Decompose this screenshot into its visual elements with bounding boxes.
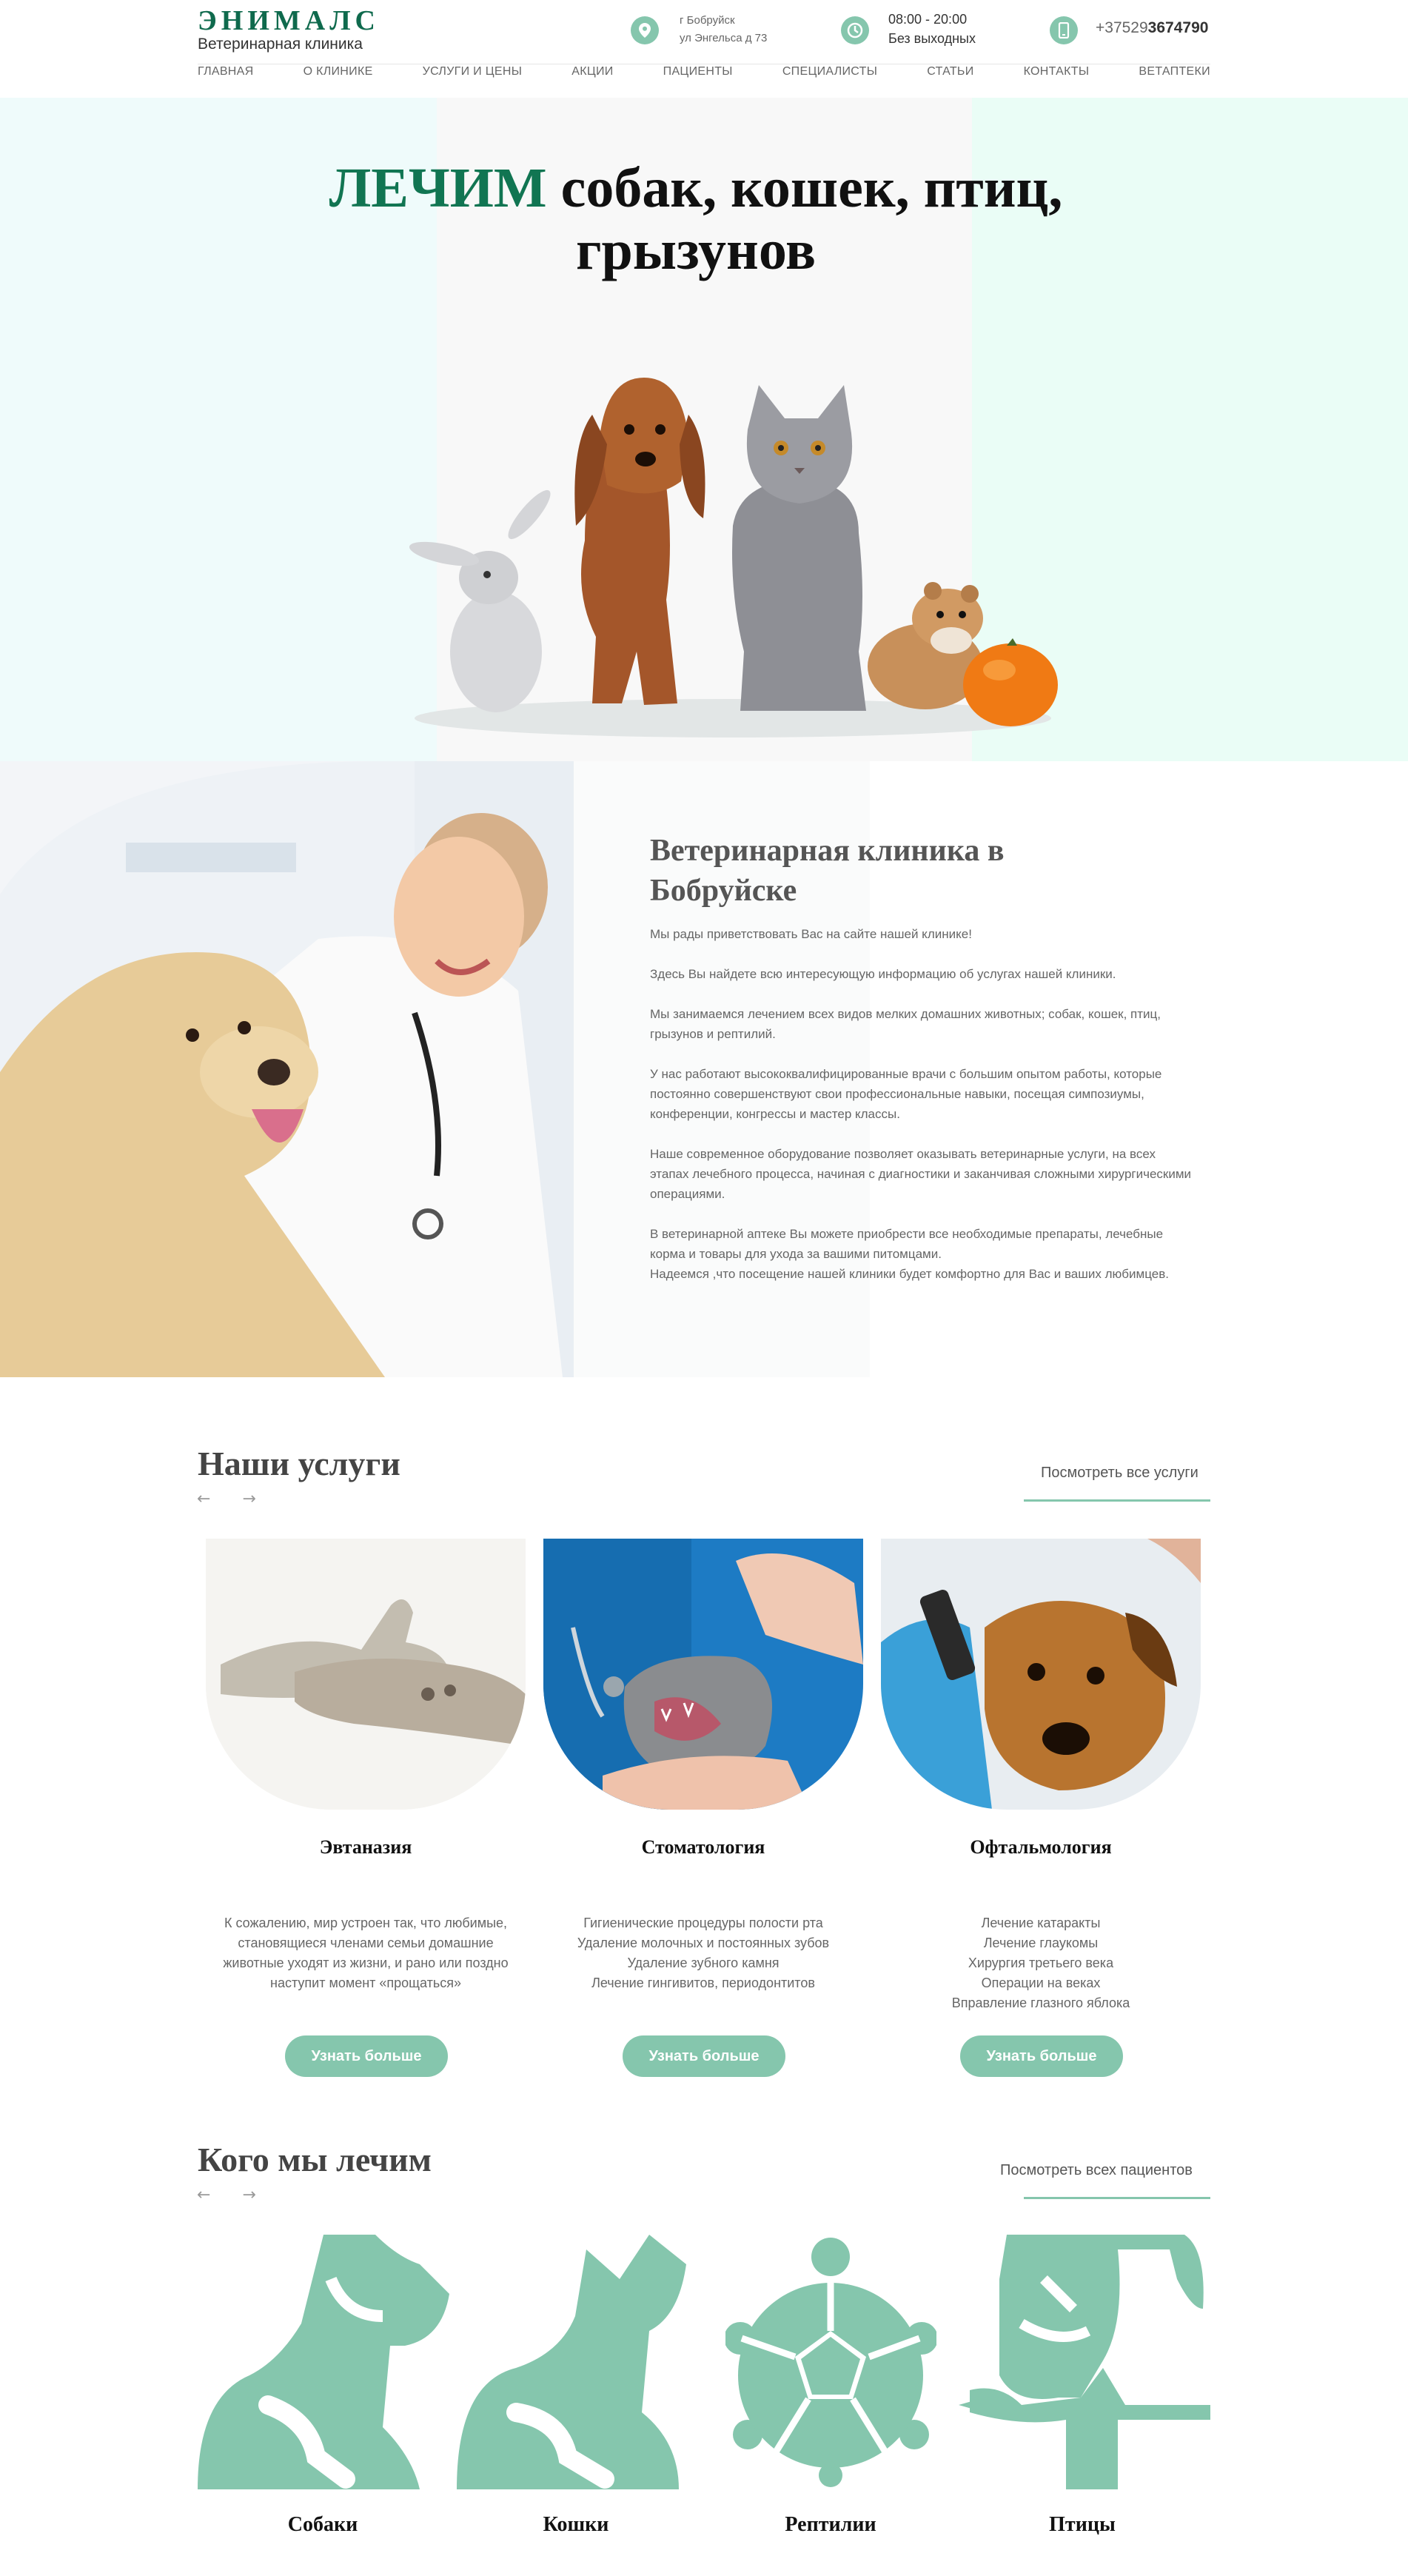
service-desc-line: Лечение глаукомы [983,1936,1099,1950]
about-paragraph: Мы рады приветствовать Вас на сайте наше… [650,927,972,941]
about-text: Мы рады приветствовать Вас на сайте наше… [650,924,1198,1284]
patient-label-reptiles[interactable]: Рептилии [720,2513,942,2537]
services-slider-arrows[interactable]: ← → [197,1490,269,1508]
hours-days: Без выходных [888,31,976,46]
service-image-euthanasia [206,1539,526,1810]
service-desc-ophthalmology: Лечение катаракты Лечение глаукомы Хирур… [878,1913,1204,2013]
nav-item-about[interactable]: О КЛИНИКЕ [304,65,373,78]
service-image-dentistry [543,1539,863,1810]
service-image-ophthalmology [881,1539,1201,1810]
patients-title: Кого мы лечим [198,2141,432,2178]
about-paragraph: Наше современное оборудование позволяет … [650,1147,1192,1201]
dachshund-illustration [574,378,705,705]
phone-digits: 3674790 [1147,19,1209,36]
service-desc-line: Удаление зубного камня [627,1956,780,1970]
patient-label-cats[interactable]: Кошки [465,2513,687,2537]
service-desc-line: Лечение катаракты [981,1916,1101,1930]
service-desc-line: наступит момент «прощаться» [270,1976,461,1990]
phone-number[interactable]: +375293674790 [1096,19,1208,37]
dog-icon[interactable] [198,2235,452,2489]
learn-more-button-ophthalmology[interactable]: Узнать больше [960,2035,1123,2077]
clock-icon [841,16,869,44]
service-desc-line: Операции на веках [981,1976,1101,1990]
site-header: ЭНИМАЛС Ветеринарная клиника г Бобруйск … [0,0,1408,98]
hero-title-line2: грызунов [575,219,816,281]
see-all-services-underline [1024,1499,1210,1502]
hours-block: 08:00 - 20:00 Без выходных [888,10,976,49]
see-all-patients-underline [1024,2197,1210,2199]
phone-icon [1050,16,1078,44]
about-paragraph: У нас работают высококвалифицированные в… [650,1067,1162,1121]
about-paragraph: Мы занимаемся лечением всех видов мелких… [650,1007,1161,1041]
service-title-ophthalmology: Офтальмология [970,1836,1112,1858]
service-title-euthanasia: Эвтаназия [319,1836,412,1858]
turtle-icon[interactable] [725,2235,936,2489]
patient-label-dogs[interactable]: Собаки [212,2513,434,2537]
service-desc-dentistry: Гигиенические процедуры полости рта Удал… [540,1913,866,1993]
service-desc-line: Хирургия третьего века [968,1956,1114,1970]
patients-slider-arrows[interactable]: ← → [197,2186,269,2204]
address-block: г Бобруйск ул Энгельса д 73 [680,12,767,47]
see-all-patients-link[interactable]: Посмотреть всех пациентов [1000,2162,1193,2179]
about-paragraph: Здесь Вы найдете всю интересующую информ… [650,967,1116,981]
services-title: Наши услуги [198,1445,400,1482]
service-desc-line: становящиеся членами семьи домашние [238,1936,494,1950]
address-street: ул Энгельса д 73 [680,32,768,44]
phone-prefix: +37529 [1096,19,1148,36]
about-paragraph: В ветеринарной аптеке Вы можете приобрес… [650,1227,1164,1261]
parrot-icon[interactable] [955,2235,1210,2489]
main-nav: ГЛАВНАЯ О КЛИНИКЕ УСЛУГИ И ЦЕНЫ АКЦИИ ПА… [198,65,1210,78]
learn-more-button-euthanasia[interactable]: Узнать больше [285,2035,448,2077]
service-desc-line: К сожалению, мир устроен так, что любимы… [224,1916,508,1930]
hero-title-accent: ЛЕЧИМ [329,157,547,219]
cat-illustration [732,385,866,711]
nav-item-patients[interactable]: ПАЦИЕНТЫ [663,65,733,78]
site-subtitle: Ветеринарная клиника [198,36,363,53]
patient-label-birds[interactable]: Птицы [971,2513,1193,2537]
location-pin-icon [631,16,659,44]
hero-title: ЛЕЧИМ собак, кошек, птиц, грызунов [207,157,1184,281]
service-desc-line: Гигиенические процедуры полости рта [583,1916,823,1930]
learn-more-button-dentistry[interactable]: Узнать больше [623,2035,785,2077]
rabbit-illustration [409,489,551,712]
about-title: Ветеринарная клиника в Бобруйске [650,834,1005,908]
hero-pets-image [409,378,1058,737]
nav-item-pharmacies[interactable]: ВЕТАПТЕКИ [1139,65,1210,78]
vet-with-dog-photo [0,761,574,1377]
nav-item-articles[interactable]: СТАТЬИ [927,65,973,78]
nav-item-services[interactable]: УСЛУГИ И ЦЕНЫ [423,65,523,78]
service-title-dentistry: Стоматология [641,1836,765,1858]
hours-time: 08:00 - 20:00 [888,12,968,27]
service-desc-line: Вправление глазного яблока [951,1995,1130,2010]
nav-item-home[interactable]: ГЛАВНАЯ [198,65,254,78]
service-desc-line: Лечение гингивитов, периодонтитов [591,1976,815,1990]
see-all-services-link[interactable]: Посмотреть все услуги [1041,1465,1199,1482]
service-desc-euthanasia: К сожалению, мир устроен так, что любимы… [203,1913,529,1993]
cat-icon[interactable] [457,2235,701,2489]
hero-title-rest: собак, кошек, птиц, [546,157,1063,219]
about-paragraph: Надеемся ,что посещение нашей клиники бу… [650,1267,1169,1281]
nav-item-promotions[interactable]: АКЦИИ [571,65,613,78]
address-city: г Бобруйск [680,14,735,27]
nav-item-contacts[interactable]: КОНТАКТЫ [1024,65,1090,78]
site-logo[interactable]: ЭНИМАЛС [198,4,380,37]
nav-item-specialists[interactable]: СПЕЦИАЛИСТЫ [782,65,877,78]
service-desc-line: животные уходят из жизни, и рано или поз… [223,1956,509,1970]
service-desc-line: Удаление молочных и постоянных зубов [577,1936,830,1950]
